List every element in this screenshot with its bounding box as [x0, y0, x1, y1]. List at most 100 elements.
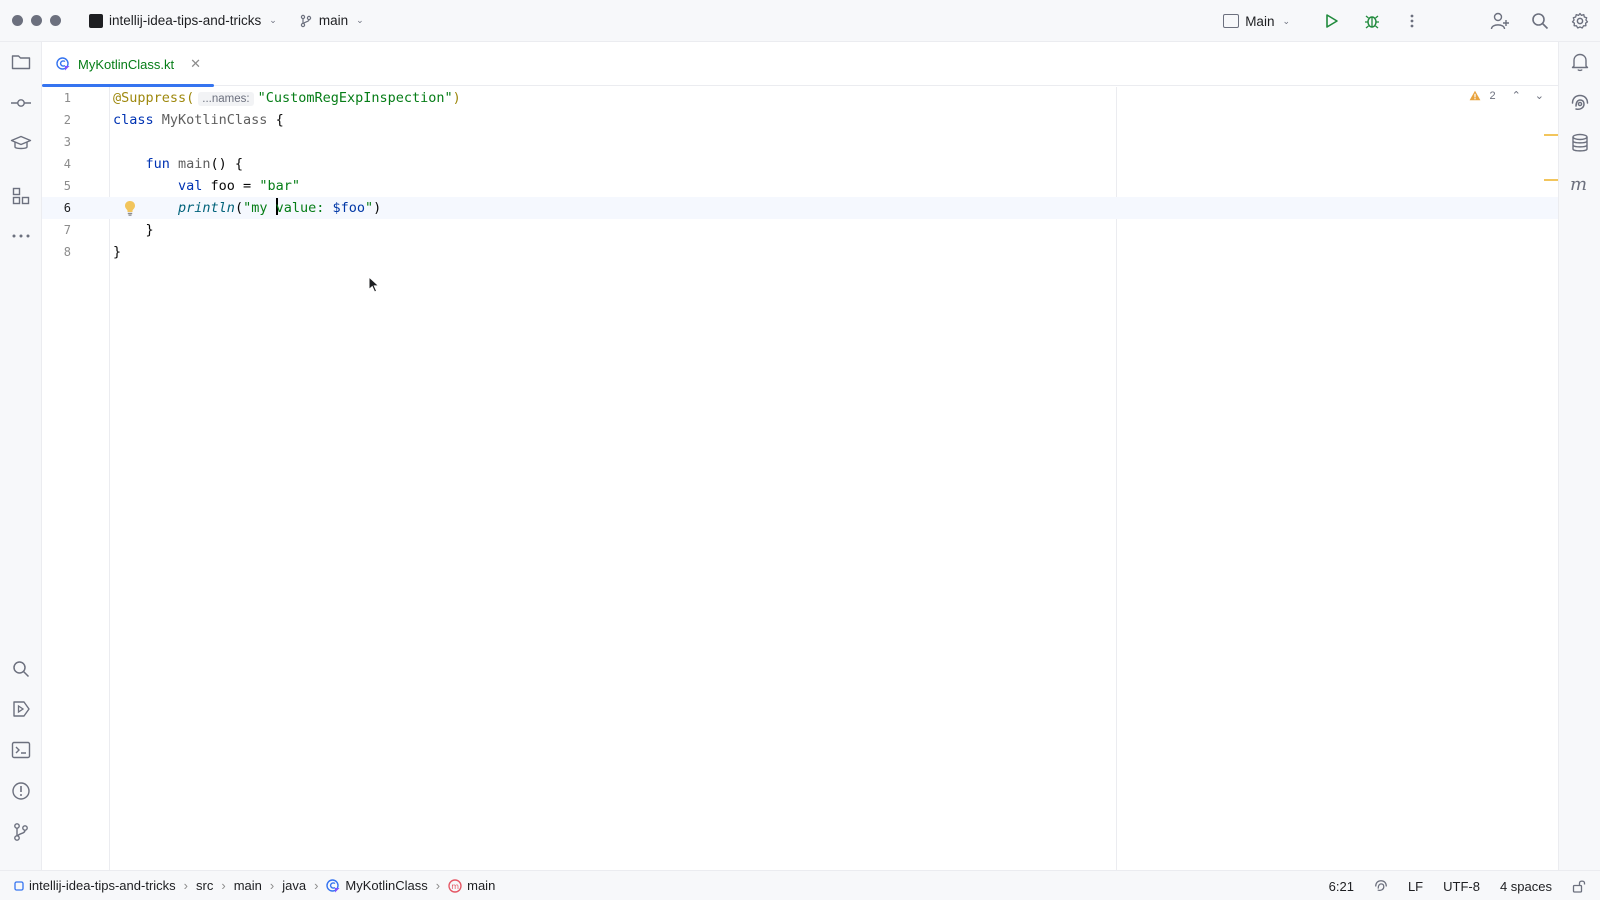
project-name: intellij-idea-tips-and-tricks [109, 13, 262, 28]
annotation: @Suppress( [113, 90, 195, 106]
left-tool-strip [0, 42, 42, 870]
run-icon [1326, 14, 1338, 28]
breadcrumb-label: main [467, 878, 496, 893]
breadcrumb-label: intellij-idea-tips-and-tricks [29, 878, 176, 893]
breadcrumb-item[interactable]: m main [448, 878, 495, 893]
editor-tab-bar: MyKotlinClass.kt ✕ [42, 42, 1558, 87]
breadcrumb-item[interactable]: MyKotlinClass [326, 878, 428, 893]
code-line: 5 val foo = "bar" [42, 175, 1558, 197]
code-line: 3 [42, 131, 1558, 153]
problems-tool-button[interactable] [0, 773, 42, 809]
line-number: 2 [63, 113, 71, 127]
learn-tool-button[interactable] [0, 125, 42, 161]
breadcrumb-separator: › [435, 878, 441, 893]
add-user-icon [1490, 12, 1509, 30]
more-tool-windows-button[interactable] [0, 218, 42, 254]
git-tool-button[interactable] [0, 814, 42, 850]
find-tool-button[interactable] [0, 651, 42, 687]
project-selector[interactable]: intellij-idea-tips-and-tricks ⌄ [87, 11, 277, 28]
folder-icon [11, 55, 31, 70]
structure-tool-button[interactable] [0, 178, 42, 214]
unlock-icon[interactable] [1572, 879, 1586, 893]
file-encoding[interactable]: UTF-8 [1443, 879, 1480, 894]
breadcrumb: intellij-idea-tips-and-tricks › src › ma… [14, 878, 495, 893]
structure-icon [12, 187, 30, 205]
right-tool-strip: m [1558, 42, 1600, 870]
commit-tool-button[interactable] [0, 85, 42, 121]
function-call: println [178, 200, 235, 216]
run-config-icon [1223, 14, 1240, 28]
line-number: 4 [63, 157, 71, 171]
ai-assistant-button[interactable] [1559, 85, 1600, 121]
database-tool-button[interactable] [1559, 125, 1600, 161]
line-separator[interactable]: LF [1408, 879, 1423, 894]
title-bar: intellij-idea-tips-and-tricks ⌄ main ⌄ M… [0, 0, 1600, 42]
services-tool-button[interactable] [0, 691, 42, 727]
tab-mykotlinclass[interactable]: MyKotlinClass.kt ✕ [42, 42, 214, 87]
git-branch-icon [300, 14, 312, 27]
search-everywhere-button[interactable] [1520, 0, 1560, 42]
status-bar: intellij-idea-tips-and-tricks › src › ma… [0, 870, 1600, 900]
chevron-down-icon: ⌄ [1282, 15, 1290, 26]
line-number: 5 [63, 179, 71, 193]
services-icon [13, 701, 30, 717]
class-name: MyKotlinClass [153, 112, 276, 128]
terminal-tool-button[interactable] [0, 732, 42, 768]
code-editor[interactable]: 2 ⌃ ⌄ 1 @Suppress(...names: "CustomRegExp… [42, 87, 1558, 870]
bug-icon [1365, 15, 1379, 29]
code-line: 4 fun main() { [42, 153, 1558, 175]
zoom-window-button[interactable] [50, 15, 61, 26]
commit-icon [11, 99, 31, 107]
line-number: 6 [63, 201, 71, 215]
settings-button[interactable] [1560, 0, 1600, 42]
string-literal: "bar" [259, 178, 300, 194]
breadcrumb-label: java [282, 878, 307, 893]
line-number: 1 [63, 91, 71, 105]
code-line: 2 class MyKotlinClass { [42, 109, 1558, 131]
code-with-me-button[interactable] [1480, 0, 1520, 42]
search-icon [13, 661, 30, 678]
graduation-cap-icon [10, 135, 32, 150]
branch-selector[interactable]: main ⌄ [299, 13, 364, 28]
function-name: main [169, 156, 211, 172]
maven-icon: m [1570, 176, 1587, 192]
parameter-hint: ...names: [198, 92, 254, 106]
notifications-button[interactable] [1559, 44, 1600, 80]
assignment: foo = [202, 178, 260, 194]
chevron-down-icon: ⌄ [269, 15, 277, 25]
more-actions-button[interactable] [1392, 0, 1432, 42]
string-literal: "my [243, 200, 276, 216]
debug-button[interactable] [1352, 0, 1392, 42]
maven-tool-button[interactable]: m [1559, 166, 1600, 202]
ai-assistant-icon[interactable] [1374, 879, 1388, 893]
breadcrumb-label: MyKotlinClass [345, 878, 428, 893]
line-number: 7 [63, 223, 71, 237]
brace: } [113, 222, 154, 238]
breadcrumb-item[interactable]: main [234, 878, 262, 893]
database-icon [1572, 133, 1588, 152]
paren: ( [234, 200, 244, 216]
breadcrumb-item[interactable]: intellij-idea-tips-and-tricks [14, 878, 176, 893]
more-horizontal-icon [12, 234, 30, 238]
bell-icon [1571, 53, 1589, 72]
kotlin-class-icon [326, 878, 340, 892]
project-tool-button[interactable] [0, 44, 42, 80]
breadcrumb-item[interactable]: java [282, 878, 306, 893]
close-window-button[interactable] [12, 15, 23, 26]
minimize-window-button[interactable] [31, 15, 42, 26]
indent-setting[interactable]: 4 spaces [1500, 879, 1552, 894]
string-literal: value: [275, 200, 333, 216]
more-vertical-icon [1410, 14, 1414, 28]
string-template: $foo [332, 200, 366, 216]
caret-position[interactable]: 6:21 [1329, 879, 1354, 894]
branch-name: main [318, 13, 349, 28]
close-icon[interactable]: ✕ [190, 56, 201, 72]
run-button[interactable] [1312, 0, 1352, 42]
run-configuration-selector[interactable]: Main ⌄ [1223, 14, 1290, 29]
tab-label: MyKotlinClass.kt [78, 56, 175, 72]
string-literal: "CustomRegExpInspection" [257, 90, 453, 106]
breadcrumb-item[interactable]: src [196, 878, 213, 893]
string-literal: " [365, 200, 374, 216]
